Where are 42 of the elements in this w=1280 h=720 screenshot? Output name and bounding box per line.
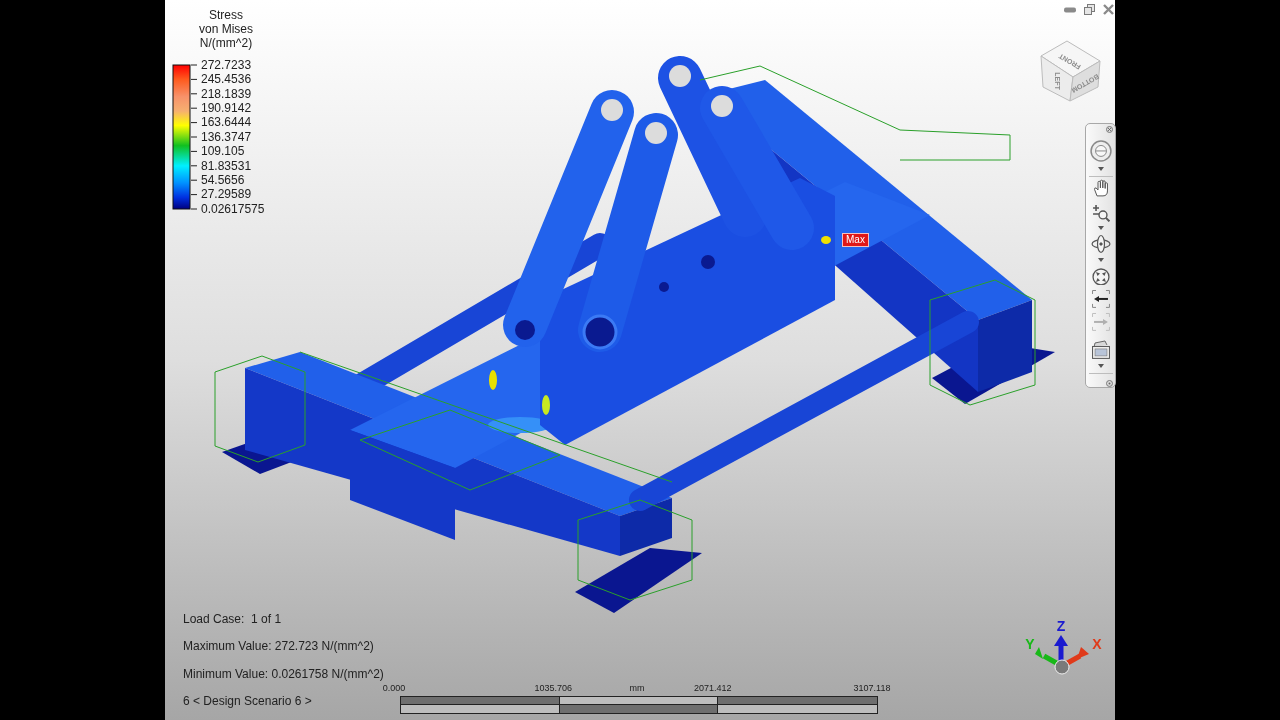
close-icon[interactable] (1106, 126, 1113, 133)
scale-label: 0.000 (382, 683, 406, 694)
legend-value: 109.105 (201, 144, 246, 159)
scale-label: 2071.412 (693, 683, 732, 694)
scale-label: 1035.706 (534, 683, 573, 694)
legend-value: 272.7233 (201, 57, 253, 73)
orbit-icon[interactable] (1090, 233, 1111, 254)
legend-value: 54.5656 (201, 172, 246, 188)
minimize-icon[interactable] (1064, 6, 1076, 13)
legend-value: 190.9142 (201, 101, 253, 116)
status-text: Load Case: 1 of 1 (183, 612, 283, 626)
scale-unit: mm (629, 683, 645, 694)
status-text: Maximum Value: 272.723 N/(mm^2) (183, 639, 375, 654)
legend-value: 245.4536 (201, 72, 253, 87)
legend-value: 81.83531 (201, 158, 253, 173)
caret-icon[interactable] (1097, 364, 1104, 369)
legend-title: Stress von Mises N/(mm^2) (198, 8, 254, 50)
scale-label: 3107.118 (853, 683, 891, 694)
axis-label: Y (1025, 636, 1035, 652)
zoom-icon[interactable] (1091, 203, 1110, 222)
steering-wheel-icon[interactable] (1089, 139, 1112, 162)
legend-value: 136.3747 (201, 129, 253, 145)
origin-sphere-icon (1054, 659, 1070, 675)
legend-value: 163.6444 (201, 115, 253, 130)
caret-icon[interactable] (1097, 166, 1104, 171)
caret-icon[interactable] (1097, 225, 1104, 230)
max-label: Max (842, 233, 869, 247)
caret-icon[interactable] (1097, 257, 1104, 262)
back-arrow-icon[interactable] (1090, 289, 1111, 310)
film-frame-icon[interactable] (1090, 340, 1111, 361)
legend-value: 27.29589 (201, 187, 253, 202)
zoom-extents-icon[interactable] (1091, 267, 1110, 286)
legend-value: 0.02617575 (201, 201, 265, 217)
legend-value: 218.1839 (201, 86, 253, 101)
hand-icon[interactable] (1091, 178, 1110, 197)
restore-icon[interactable] (1084, 4, 1095, 15)
close-icon[interactable] (1103, 4, 1114, 15)
status-text: Minimum Value: 0.0261758 N/(mm^2) (183, 666, 384, 681)
status-text: 6 < Design Scenario 6 > (183, 694, 313, 709)
axis-label: Z (1056, 618, 1066, 634)
axis-label: X (1092, 636, 1102, 652)
small-circle-icon[interactable] (1106, 380, 1113, 387)
